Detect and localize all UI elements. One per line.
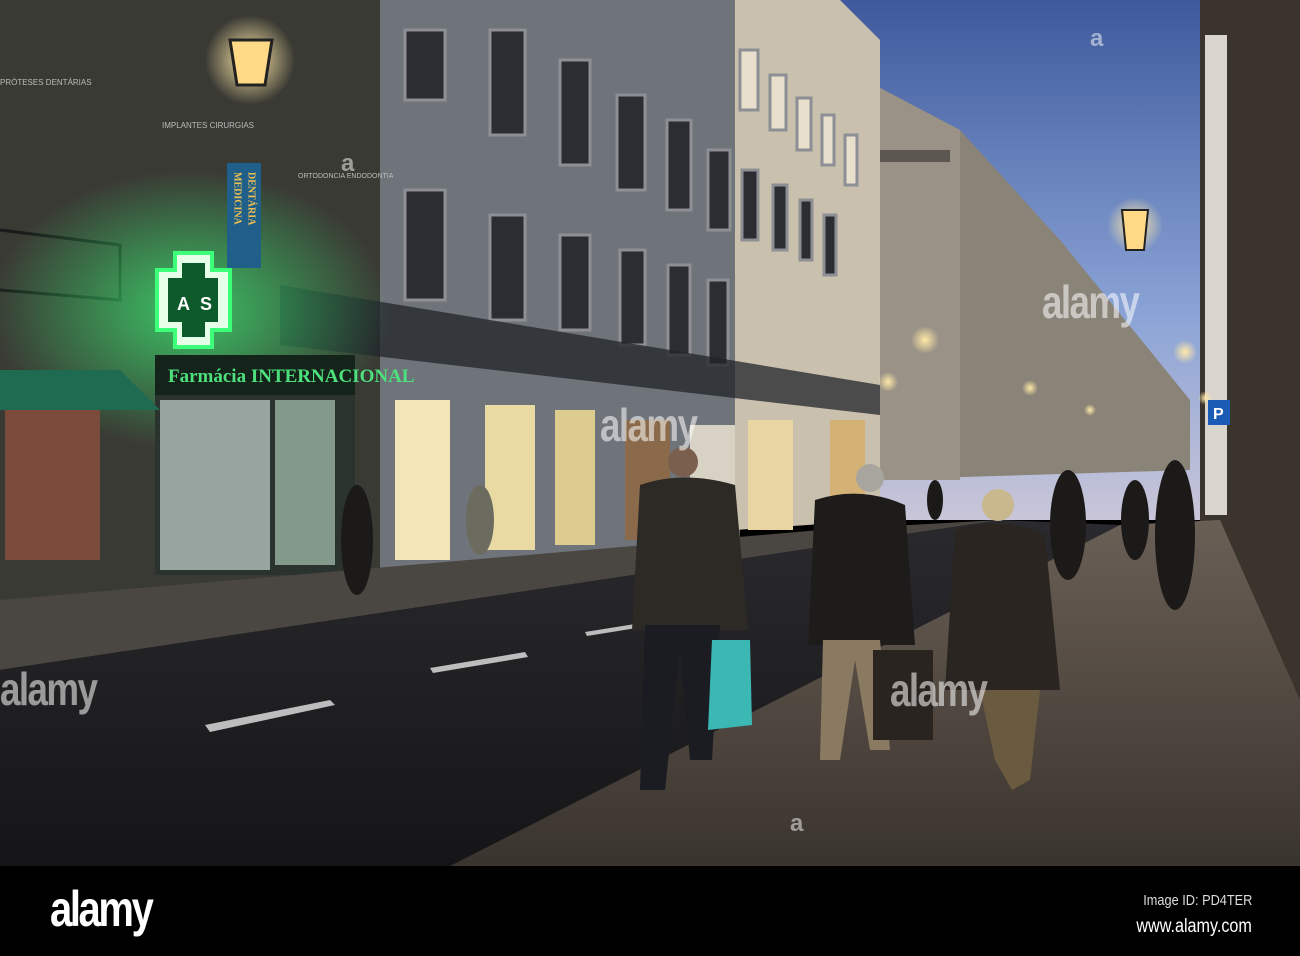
watermark-bottom: alamy — [890, 664, 988, 716]
pharmacy-name-sign: Farmácia INTERNACIONAL — [168, 366, 414, 387]
parking-sign-letter: P — [1213, 406, 1224, 423]
watermark-right: alamy — [1042, 276, 1140, 328]
website-link[interactable]: www.alamy.com — [1137, 916, 1252, 938]
dental-sign-right: DENTÁRIA — [246, 172, 258, 226]
cross-letter-s: S — [200, 294, 212, 314]
footer-bar: alamy Image ID: PD4TER www.alamy.com — [0, 866, 1300, 956]
watermark-left: alamy — [0, 663, 98, 715]
watermark-letter: a — [341, 150, 355, 177]
watermark-center: alamy — [600, 399, 698, 451]
window-sign-implantes: IMPLANTES CIRURGIAS — [162, 121, 254, 130]
window-sign-proteses: PRÓTESES DENTÁRIAS — [0, 78, 92, 87]
watermark-letter: a — [790, 810, 804, 837]
alamy-logo[interactable]: alamy — [50, 880, 154, 938]
image-id: Image ID: PD4TER — [1142, 892, 1252, 909]
watermark-letter: a — [1090, 25, 1104, 52]
dental-sign-left: MEDICINA — [232, 172, 243, 226]
cross-letter-a: A — [177, 294, 190, 314]
